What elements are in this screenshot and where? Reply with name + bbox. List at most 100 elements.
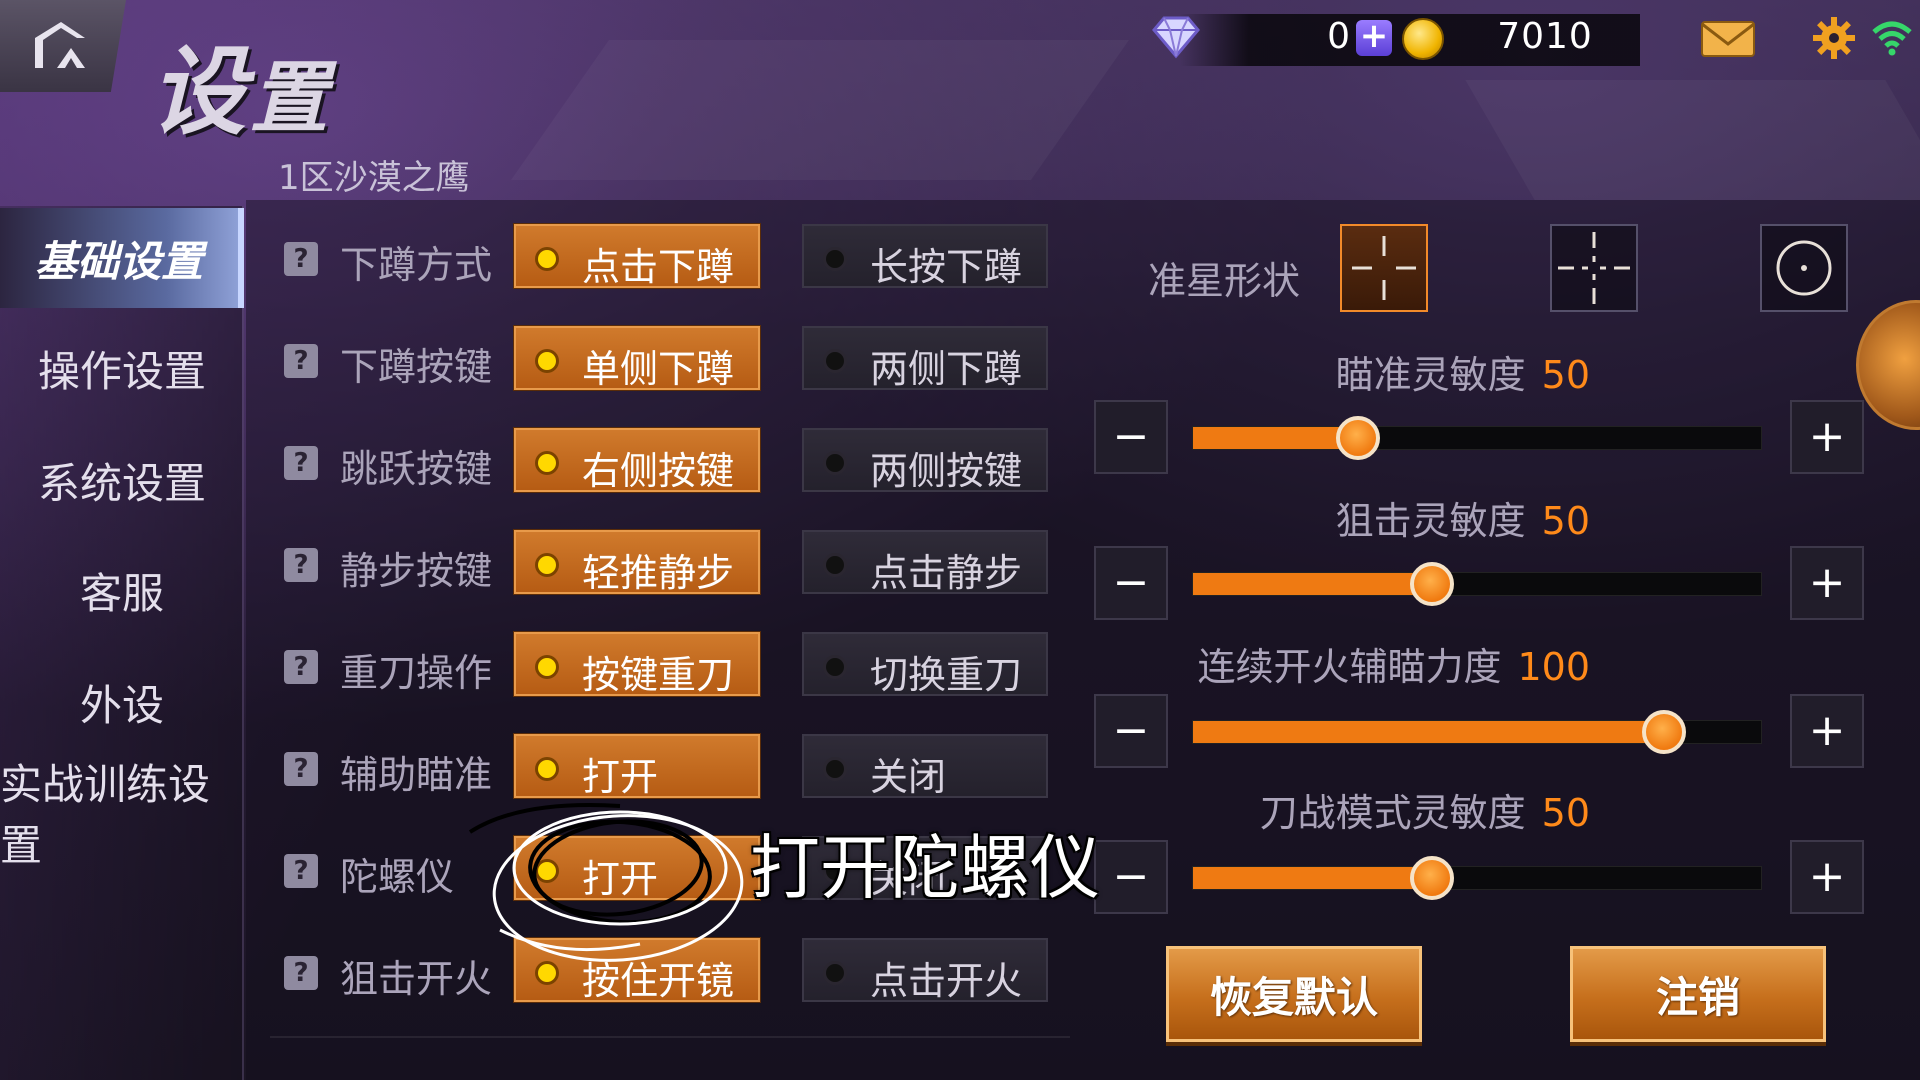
slider-label: 连续开火辅瞄力度 (1197, 645, 1502, 689)
slider-track[interactable] (1192, 416, 1762, 460)
radio-dot-icon (538, 862, 556, 880)
setting-row-heavy-knife: ? 重刀操作 按键重刀 切换重刀 (284, 632, 1064, 702)
slider-knob[interactable] (1409, 562, 1454, 606)
slider-title-aim: 瞄准灵敏度 50 (1000, 344, 1590, 399)
slider-value: 50 (1541, 499, 1590, 543)
slider-track[interactable] (1192, 710, 1762, 754)
sidebar-item-customer-service[interactable]: 客服 (0, 540, 244, 640)
background-shard (510, 40, 1130, 180)
home-icon (35, 22, 85, 68)
cross-dash-icon (1558, 232, 1630, 304)
help-icon[interactable]: ? (284, 956, 318, 990)
option-label: 点击开火 (870, 959, 1023, 1003)
option-selected[interactable]: 右侧按键 (514, 428, 760, 493)
option-selected[interactable]: 按住开镜 (514, 938, 760, 1003)
setting-row-crouch-button: ? 下蹲按键 单侧下蹲 两侧下蹲 (284, 326, 1064, 396)
option-label: 按住开镜 (582, 959, 735, 1003)
decrease-button[interactable]: − (1094, 694, 1168, 768)
option-selected[interactable]: 点击下蹲 (514, 224, 760, 289)
option-selected[interactable]: 轻推静步 (514, 530, 760, 595)
restore-default-button[interactable]: 恢复默认 (1166, 946, 1422, 1042)
option-label: 右侧按键 (582, 449, 735, 493)
coin-count: 7010 (1497, 16, 1593, 57)
option-label: 点击下蹲 (582, 245, 735, 289)
slider-label: 刀战模式灵敏度 (1259, 791, 1526, 835)
increase-button[interactable]: + (1790, 840, 1864, 914)
diamond-icon (1152, 16, 1200, 59)
help-icon[interactable]: ? (284, 854, 318, 888)
radio-dot-icon (538, 454, 556, 472)
slider-value: 50 (1541, 791, 1590, 835)
page-title: 设置 (150, 14, 332, 153)
slider-knob[interactable] (1335, 416, 1380, 460)
circle-dot-icon (1776, 240, 1832, 296)
coin-icon (1402, 18, 1444, 60)
radio-dot-icon (826, 250, 844, 268)
help-icon[interactable]: ? (284, 344, 318, 378)
home-button[interactable] (0, 0, 126, 92)
slider-knob[interactable] (1409, 856, 1454, 900)
sidebar-item-peripherals[interactable]: 外设 (0, 652, 244, 752)
crosshair-option-1[interactable] (1340, 224, 1428, 312)
radio-dot-icon (826, 556, 844, 574)
annotation-text: 打开陀螺仪 (750, 827, 1100, 909)
radio-dot-icon (826, 760, 844, 778)
add-diamond-button[interactable]: + (1356, 19, 1392, 56)
radio-dot-icon (826, 454, 844, 472)
radio-dot-icon (538, 964, 556, 982)
setting-row-sniper-fire: ? 狙击开火 按住开镜 点击开火 (284, 938, 1064, 1008)
option-unselected[interactable]: 长按下蹲 (802, 224, 1048, 289)
wifi-icon (1872, 21, 1912, 56)
slider-label: 狙击灵敏度 (1335, 499, 1526, 543)
help-icon[interactable]: ? (284, 446, 318, 480)
option-selected[interactable]: 打开 (514, 734, 760, 799)
option-label: 轻推静步 (582, 551, 735, 595)
crosshair-option-2[interactable] (1550, 224, 1638, 312)
decrease-button[interactable]: − (1094, 546, 1168, 620)
option-selected[interactable]: 按键重刀 (514, 632, 760, 697)
decrease-button[interactable]: − (1094, 400, 1168, 474)
setting-row-crouch-mode: ? 下蹲方式 点击下蹲 长按下蹲 (284, 224, 1064, 294)
option-label: 打开 (582, 755, 659, 799)
slider-track[interactable] (1192, 562, 1762, 606)
radio-dot-icon (826, 658, 844, 676)
slider-title-burst-assist: 连续开火辅瞄力度 100 (1000, 636, 1590, 691)
option-selected[interactable]: 打开 (514, 836, 760, 901)
radio-dot-icon (538, 658, 556, 676)
sidebar-item-basic-settings[interactable]: 基础设置 (0, 208, 244, 308)
option-selected[interactable]: 单侧下蹲 (514, 326, 760, 391)
divider (270, 1036, 1070, 1038)
setting-row-aim-assist: ? 辅助瞄准 打开 关闭 (284, 734, 1064, 804)
page-title-part1: 设 (150, 36, 250, 148)
option-label: 点击静步 (870, 551, 1023, 595)
help-icon[interactable]: ? (284, 752, 318, 786)
option-label: 两侧按键 (870, 449, 1023, 493)
increase-button[interactable]: + (1790, 694, 1864, 768)
sidebar-item-training-settings[interactable]: 实战训练设置 (0, 760, 244, 870)
settings-screen: 设置 0 + 7010 1区沙漠之鹰 基础设置 操作设置 系统设置 客服 外设 … (0, 0, 1920, 1080)
increase-button[interactable]: + (1790, 546, 1864, 620)
option-unselected[interactable]: 点击开火 (802, 938, 1048, 1003)
radio-dot-icon (538, 556, 556, 574)
logout-button[interactable]: 注销 (1570, 946, 1826, 1042)
setting-label: 下蹲按键 (340, 345, 493, 389)
slider-track[interactable] (1192, 856, 1762, 900)
cross-gap-icon (1352, 236, 1416, 300)
help-icon[interactable]: ? (284, 548, 318, 582)
option-label: 长按下蹲 (870, 245, 1023, 289)
decrease-button[interactable]: − (1094, 840, 1168, 914)
setting-label: 跳跃按键 (340, 447, 493, 491)
mail-icon[interactable] (1700, 20, 1756, 58)
help-icon[interactable]: ? (284, 650, 318, 684)
option-unselected[interactable]: 两侧按键 (802, 428, 1048, 493)
server-name: 1区沙漠之鹰 (278, 158, 470, 198)
increase-button[interactable]: + (1790, 400, 1864, 474)
slider-value: 100 (1517, 645, 1590, 689)
slider-fill (1193, 573, 1432, 595)
sidebar-item-control-settings[interactable]: 操作设置 (0, 318, 244, 418)
help-icon[interactable]: ? (284, 242, 318, 276)
crosshair-option-3[interactable] (1760, 224, 1848, 312)
setting-row-jump-button: ? 跳跃按键 右侧按键 两侧按键 (284, 428, 1064, 498)
gear-icon[interactable] (1812, 16, 1856, 60)
sidebar-item-system-settings[interactable]: 系统设置 (0, 430, 244, 530)
